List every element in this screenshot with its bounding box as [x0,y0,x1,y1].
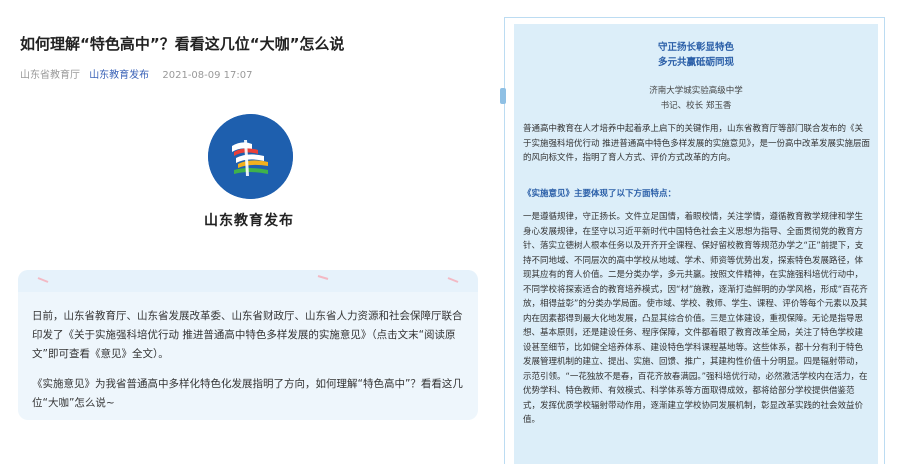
card-decoration [18,270,478,292]
account-logo[interactable] [208,114,293,199]
drag-handle[interactable] [500,88,506,104]
document-school: 济南大学城实验高级中学 [649,86,743,96]
document-section-title: 《实施意见》主要体现了以下方面特点： [523,189,677,199]
summary-paragraph: 《实施意见》为我省普通高中多样化特色化发展指明了方向，如何理解“特色高中”？看看… [32,378,463,409]
article-meta: 山东省教育厅 山东教育发布 2021-08-09 17:07 [20,66,253,81]
article-source: 山东省教育厅 [20,70,80,81]
document-paragraph: 普通高中教育在人才培养中起着承上启下的关键作用，山东省教育厅等部门联合发布的《关… [523,124,870,163]
document-page: 守正扬长彰显特色 多元共赢砥砺同现 济南大学城实验高级中学 书记、校长 郑玉香 … [514,24,878,464]
book-stripes-icon [208,114,293,199]
article-title: 如何理解“特色高中”？看看这几位“大咖”怎么说 [20,35,345,53]
document-headline: 多元共赢砥砺同现 [657,57,734,68]
document-headline: 守正扬长彰显特色 [657,42,734,53]
article-column: 如何理解“特色高中”？看看这几位“大咖”怎么说 山东省教育厅 山东教育发布 20… [18,0,480,464]
document-paragraph: 一是遵循规律，守正扬长。文件立足国情，着眼校情，关注学情，遵循教育教学规律和学生… [523,212,868,425]
publish-date: 2021-08-09 17:07 [162,70,253,81]
summary-paragraph: 日前，山东省教育厅、山东省发展改革委、山东省财政厅、山东省人力资源和社会保障厅联… [32,310,463,360]
summary-card: 日前，山东省教育厅、山东省发展改革委、山东省财政厅、山东省人力资源和社会保障厅联… [18,270,478,420]
account-name: 山东教育发布 [204,213,294,229]
publisher-link[interactable]: 山东教育发布 [89,70,149,81]
document-author: 书记、校长 郑玉香 [660,101,732,111]
